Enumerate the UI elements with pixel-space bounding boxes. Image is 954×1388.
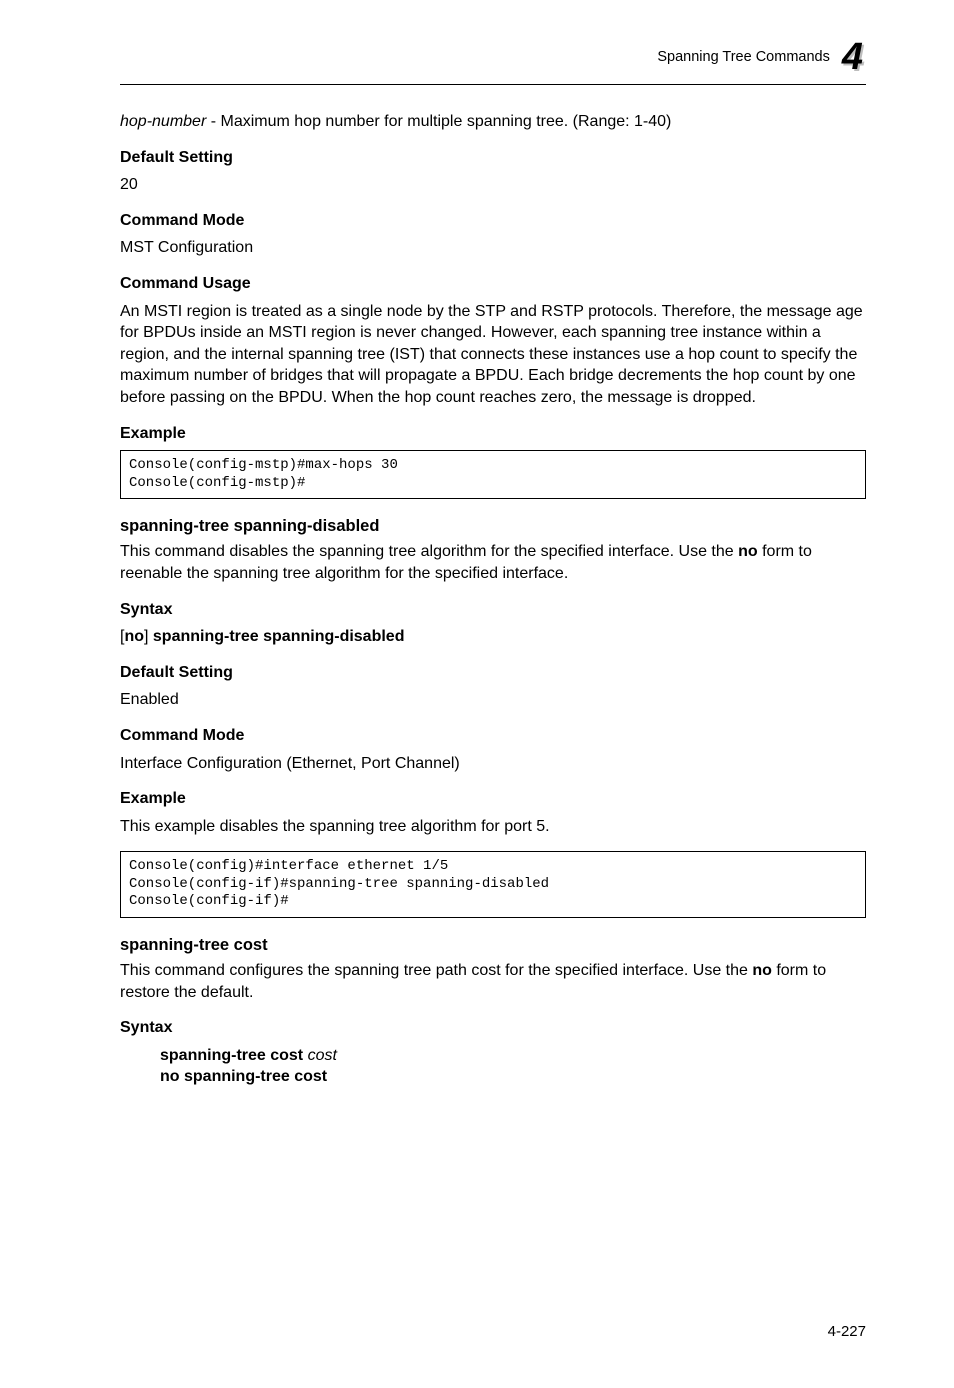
label-command-mode: Command Mode [120, 210, 866, 232]
value-default-setting: Enabled [120, 689, 866, 711]
section-title: spanning-tree spanning-disabled [120, 515, 866, 537]
label-default-setting: Default Setting [120, 147, 866, 169]
syntax-line: no spanning-tree cost [160, 1066, 866, 1088]
section-description: This command configures the spanning tre… [120, 960, 866, 1003]
label-command-usage: Command Usage [120, 273, 866, 295]
page-number: 4-227 [120, 1315, 866, 1340]
header-divider [120, 84, 866, 85]
section-description: This command disables the spanning tree … [120, 541, 866, 584]
label-example: Example [120, 788, 866, 810]
breadcrumb: Spanning Tree Commands [657, 49, 830, 65]
page-header: Spanning Tree Commands 4 4 [120, 38, 866, 76]
code-example: Console(config-mstp)#max-hops 30 Console… [120, 450, 866, 499]
value-default-setting: 20 [120, 174, 866, 196]
param-description: hop-number - Maximum hop number for mult… [120, 111, 866, 133]
value-command-mode: MST Configuration [120, 237, 866, 259]
syntax-line: spanning-tree cost cost [160, 1045, 866, 1067]
label-example: Example [120, 423, 866, 445]
section-title: spanning-tree cost [120, 934, 866, 956]
page-content: hop-number - Maximum hop number for mult… [120, 111, 866, 1102]
code-example: Console(config)#interface ethernet 1/5 C… [120, 851, 866, 918]
chapter-number-icon: 4 4 [842, 38, 866, 76]
syntax-line: [no] spanning-tree spanning-disabled [120, 626, 866, 648]
syntax-block: spanning-tree cost cost no spanning-tree… [160, 1045, 866, 1088]
label-command-mode: Command Mode [120, 725, 866, 747]
label-default-setting: Default Setting [120, 662, 866, 684]
value-command-usage: An MSTI region is treated as a single no… [120, 301, 866, 409]
label-syntax: Syntax [120, 599, 866, 621]
value-command-mode: Interface Configuration (Ethernet, Port … [120, 753, 866, 775]
label-syntax: Syntax [120, 1017, 866, 1039]
example-description: This example disables the spanning tree … [120, 816, 866, 838]
